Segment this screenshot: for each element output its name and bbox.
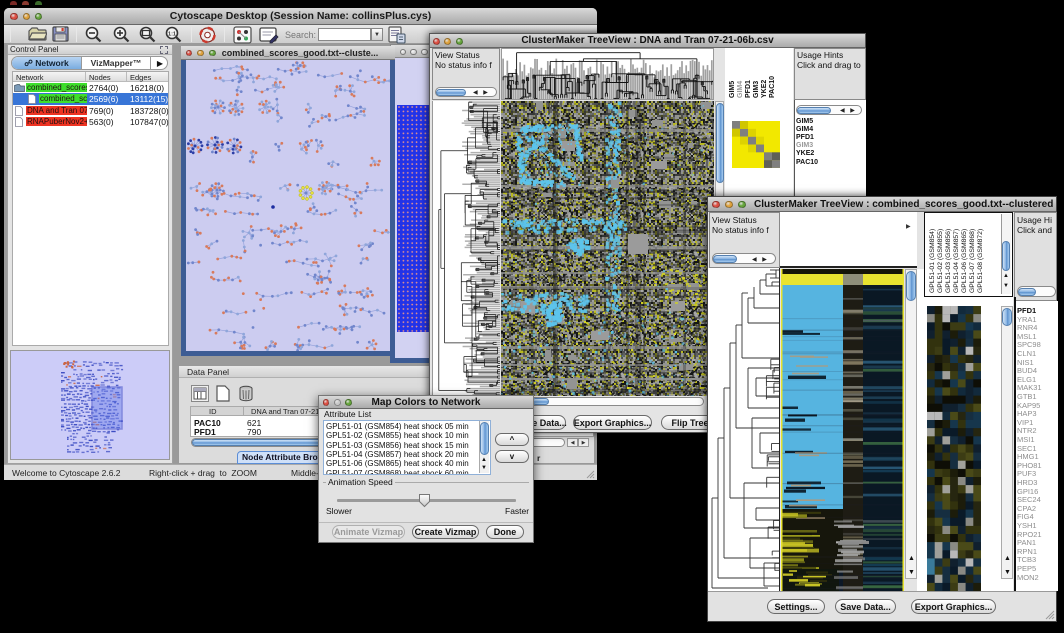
svg-text:1:1: 1:1 (168, 32, 176, 38)
